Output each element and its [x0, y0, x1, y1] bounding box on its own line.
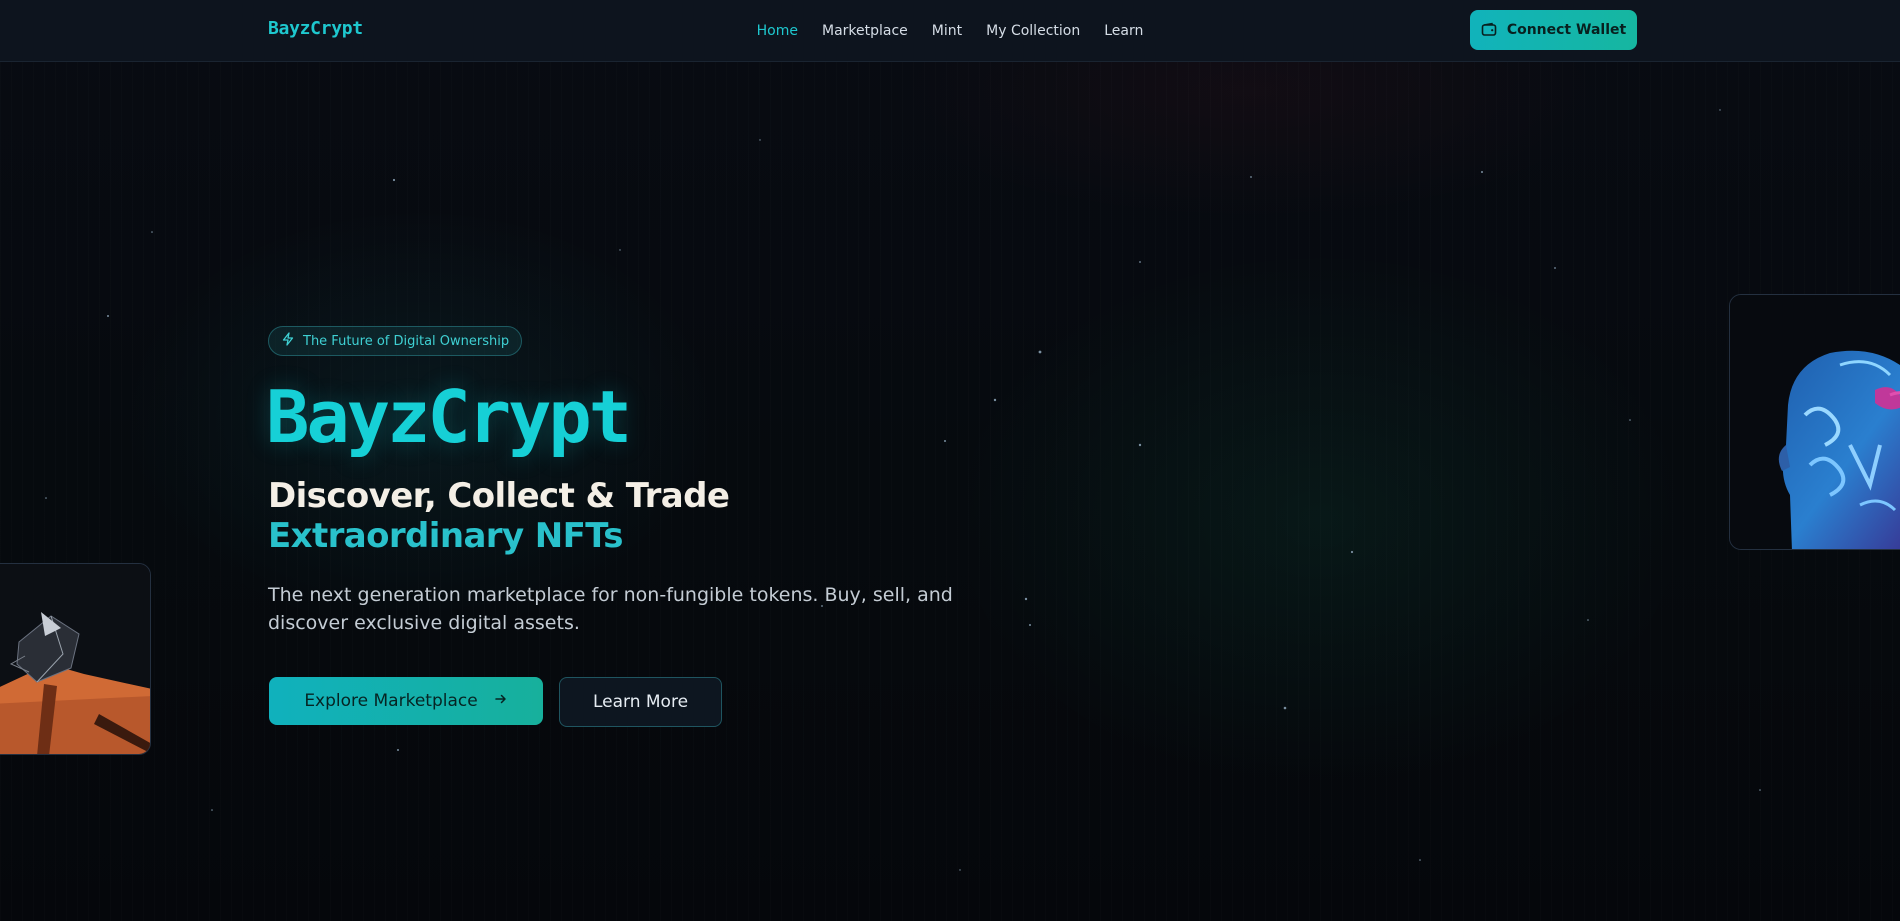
nft-card-left[interactable] — [0, 563, 151, 755]
explore-marketplace-label: Explore Marketplace — [304, 691, 478, 711]
explore-marketplace-button[interactable]: Explore Marketplace — [269, 677, 543, 725]
nft-card-right[interactable] — [1729, 294, 1900, 550]
hero-badge-label: The Future of Digital Ownership — [303, 333, 510, 349]
hero-subtitle-line2: Extraordinary NFTs — [268, 516, 624, 556]
learn-more-label: Learn More — [592, 692, 689, 712]
nav-link-marketplace[interactable]: Marketplace — [822, 23, 908, 39]
hero-title: BayzCrypt — [266, 375, 632, 459]
hero-badge: The Future of Digital Ownership — [268, 326, 523, 356]
learn-more-button[interactable]: Learn More — [559, 677, 722, 727]
lightning-icon — [281, 332, 295, 350]
wallet-icon — [1481, 22, 1497, 38]
page: BayzCrypt Home Marketplace Mint My Colle… — [0, 0, 1900, 921]
connect-wallet-label: Connect Wallet — [1506, 22, 1627, 38]
hero-description: The next generation marketplace for non-… — [268, 584, 953, 634]
hero-subtitle-line1: Discover, Collect & Trade — [268, 476, 730, 516]
nav-link-learn[interactable]: Learn — [1104, 23, 1143, 39]
brand-logo[interactable]: BayzCrypt — [268, 18, 363, 39]
connect-wallet-button[interactable]: Connect Wallet — [1470, 10, 1637, 50]
nft-artwork-geometric — [0, 564, 150, 754]
nft-artwork-portrait — [1730, 295, 1900, 549]
nav-link-home[interactable]: Home — [757, 23, 798, 39]
arrow-right-icon — [494, 691, 508, 711]
nav-link-my-collection[interactable]: My Collection — [986, 23, 1080, 39]
nav-link-mint[interactable]: Mint — [932, 23, 962, 39]
top-navbar: BayzCrypt Home Marketplace Mint My Colle… — [0, 0, 1900, 62]
